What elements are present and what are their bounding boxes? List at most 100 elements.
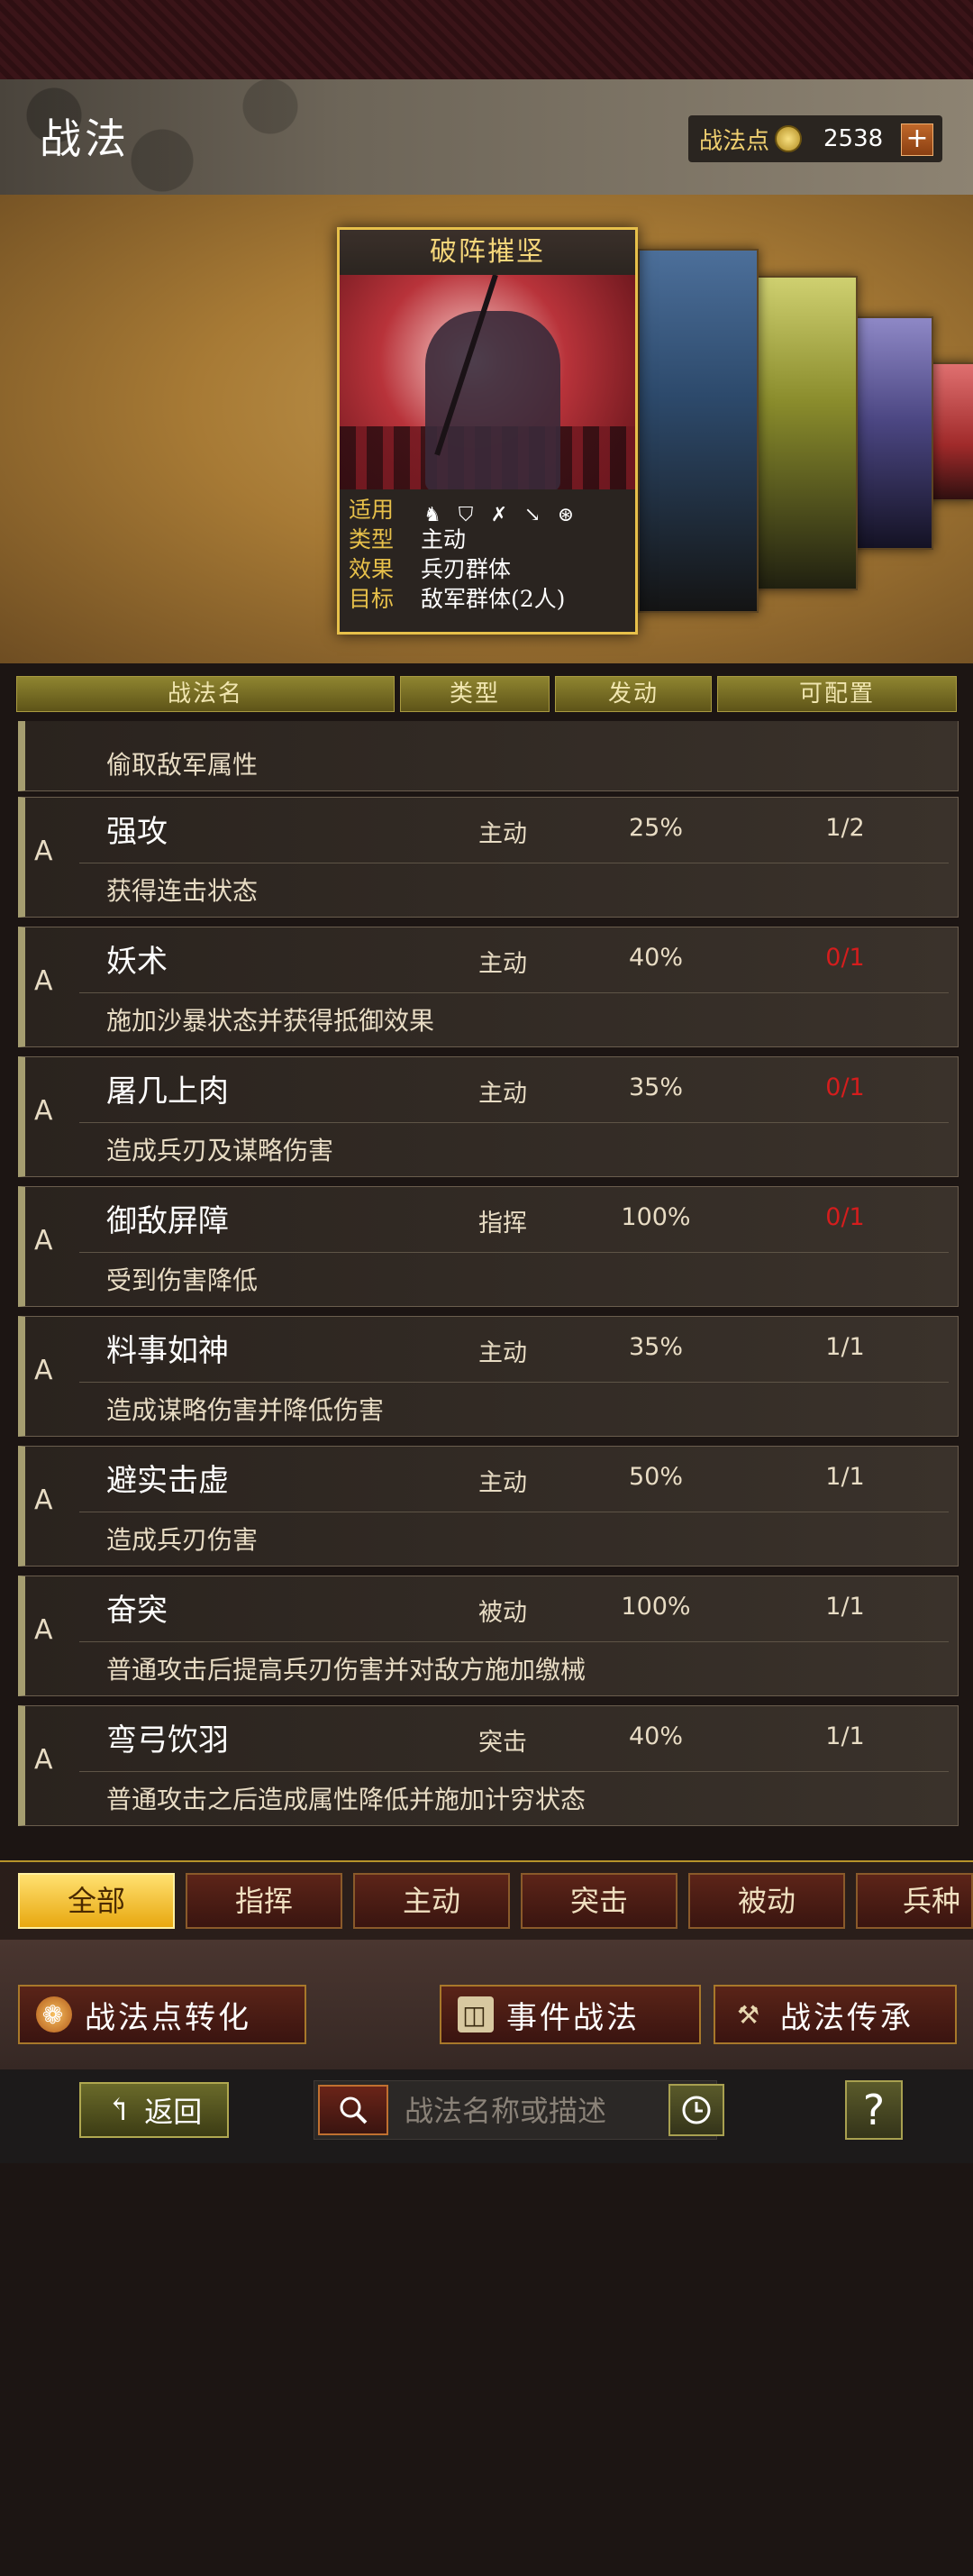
- row-name: 御敌屏障: [106, 1203, 229, 1239]
- row-grade: A: [34, 1744, 53, 1776]
- table-row[interactable]: S 偷取敌军属性: [18, 721, 959, 791]
- tab-active[interactable]: 主动: [353, 1873, 510, 1929]
- search-input[interactable]: [403, 2087, 623, 2135]
- row-desc: 普通攻击后提高兵刃伤害并对敌方施加缴械: [106, 1655, 587, 1685]
- table-row[interactable]: A 屠几上肉 主动 35% 0/1 造成兵刃及谋略伤害: [18, 1056, 959, 1177]
- card-showcase: 破阵摧坚 适用 ♞ ⛉ ✗ ↘ ⊛ 类型 主动 效果 兵刃群体 目标 敌军群体(2人): [0, 195, 973, 663]
- shield-icon: ⛉: [458, 503, 474, 526]
- row-config: 0/1: [825, 1073, 865, 1101]
- row-name: 强攻: [106, 814, 168, 850]
- art-warrior: [425, 311, 560, 489]
- tab-assault[interactable]: 突击: [521, 1873, 677, 1929]
- row-desc: 造成兵刃及谋略伤害: [106, 1136, 334, 1165]
- column-header-config[interactable]: 可配置: [717, 676, 957, 712]
- tactic-points-box: 战法点 2538 +: [688, 115, 942, 162]
- button-label: 战法点转化: [85, 1999, 251, 2036]
- card-title: 破阵摧坚: [340, 230, 635, 275]
- card-artwork: [340, 275, 635, 489]
- coin-icon: [775, 125, 803, 152]
- row-divider: [79, 1771, 949, 1772]
- tab-all[interactable]: 全部: [18, 1873, 175, 1929]
- table-row[interactable]: A 御敌屏障 指挥 100% 0/1 受到伤害降低: [18, 1186, 959, 1307]
- button-label: 战法传承: [780, 1999, 914, 2036]
- search-button[interactable]: [318, 2085, 388, 2135]
- row-desc: 施加沙暴状态并获得抵御效果: [106, 1006, 435, 1036]
- row-rate: 40%: [628, 944, 683, 972]
- back-label: 返回: [144, 2095, 203, 2129]
- row-rate: 35%: [628, 1073, 683, 1101]
- event-tactics-button[interactable]: ◫ 事件战法: [440, 1985, 701, 2044]
- row-config: 1/2: [825, 814, 865, 842]
- add-points-button[interactable]: +: [901, 123, 933, 156]
- tactic-list[interactable]: S 偷取敌军属性 A强攻主动25%1/2获得连击状态A妖术主动40%0/1施加沙…: [0, 721, 973, 2576]
- row-rate: 25%: [628, 814, 683, 842]
- table-row[interactable]: A 妖术 主动 40% 0/1 施加沙暴状态并获得抵御效果: [18, 927, 959, 1047]
- tactic-card-thumb[interactable]: [638, 249, 759, 613]
- row-grade: A: [34, 836, 53, 867]
- row-type: 主动: [478, 1469, 527, 1497]
- row-grade: A: [34, 1225, 53, 1256]
- bottom-bar: ↰ 返回 ?: [0, 2069, 973, 2163]
- tactic-card-thumb[interactable]: [753, 276, 858, 590]
- points-label: 战法点: [699, 127, 770, 155]
- row-rate: 40%: [628, 1722, 683, 1750]
- row-name: 料事如神: [106, 1333, 229, 1369]
- row-rate: 50%: [628, 1463, 683, 1491]
- spear-icon: ↘: [523, 503, 541, 526]
- table-row[interactable]: A 料事如神 主动 35% 1/1 造成谋略伤害并降低伤害: [18, 1316, 959, 1437]
- row-desc: 造成谋略伤害并降低伤害: [106, 1395, 385, 1425]
- tab-command[interactable]: 指挥: [186, 1873, 342, 1929]
- row-type: 被动: [478, 1599, 527, 1627]
- row-desc: 普通攻击之后造成属性降低并施加计穷状态: [106, 1785, 587, 1814]
- info-key: 适用: [349, 497, 395, 523]
- table-row[interactable]: A 避实击虚 主动 50% 1/1 造成兵刃伤害: [18, 1446, 959, 1567]
- row-config: 1/1: [825, 1333, 865, 1361]
- back-button[interactable]: ↰ 返回: [79, 2082, 229, 2138]
- info-key: 类型: [349, 526, 395, 553]
- search-icon: [340, 2096, 368, 2124]
- tab-passive[interactable]: 被动: [688, 1873, 845, 1929]
- info-key: 效果: [349, 556, 395, 582]
- card-info: 适用 ♞ ⛉ ✗ ↘ ⊛ 类型 主动 效果 兵刃群体 目标 敌军群体(2人): [340, 489, 635, 632]
- row-grade: A: [34, 1484, 53, 1516]
- action-bar: ❁ 战法点转化 ◫ 事件战法 ⚒ 战法传承: [0, 1940, 973, 2069]
- column-header-type[interactable]: 类型: [400, 676, 550, 712]
- table-row[interactable]: A 强攻 主动 25% 1/2 获得连击状态: [18, 797, 959, 918]
- top-decor-bar: [0, 0, 973, 79]
- filter-tabs: 全部 指挥 主动 突击 被动 兵种: [0, 1860, 973, 1941]
- row-divider: [79, 992, 949, 993]
- row-divider: [79, 1252, 949, 1253]
- row-type: 指挥: [478, 1210, 527, 1238]
- tab-troop[interactable]: 兵种: [856, 1873, 973, 1929]
- help-button[interactable]: ?: [845, 2080, 903, 2140]
- table-row[interactable]: A 奋突 被动 100% 1/1 普通攻击后提高兵刃伤害并对敌方施加缴械: [18, 1576, 959, 1696]
- row-config: 1/1: [825, 1722, 865, 1750]
- convert-points-button[interactable]: ❁ 战法点转化: [18, 1985, 306, 2044]
- row-type: 突击: [478, 1729, 527, 1757]
- search-bar: [314, 2080, 717, 2140]
- tactic-inherit-button[interactable]: ⚒ 战法传承: [714, 1985, 957, 2044]
- page-header: 战法 战法点 2538 +: [0, 79, 973, 196]
- row-grade: A: [34, 965, 53, 997]
- tactic-card-thumb[interactable]: [850, 316, 933, 550]
- bow-icon: ✗: [490, 503, 508, 526]
- cavalry-icon: ♞: [423, 503, 441, 526]
- row-type: 主动: [478, 1339, 527, 1367]
- row-name: 奋突: [106, 1593, 168, 1629]
- info-value: 主动: [421, 526, 467, 553]
- table-row[interactable]: A 弯弓饮羽 突击 40% 1/1 普通攻击之后造成属性降低并施加计穷状态: [18, 1705, 959, 1826]
- row-desc: 造成兵刃伤害: [106, 1525, 259, 1555]
- row-type: 主动: [478, 950, 527, 978]
- row-config: 1/1: [825, 1463, 865, 1491]
- column-header-rate[interactable]: 发动: [555, 676, 712, 712]
- history-button[interactable]: [668, 2084, 724, 2136]
- row-desc: 偷取敌军属性: [106, 750, 259, 780]
- page-title: 战法: [40, 114, 130, 163]
- row-type: 主动: [478, 820, 527, 848]
- column-header-name[interactable]: 战法名: [16, 676, 395, 712]
- info-value: 兵刃群体: [421, 556, 512, 582]
- unit-icons: ♞ ⛉ ✗ ↘ ⊛: [421, 495, 587, 526]
- featured-tactic-card[interactable]: 破阵摧坚 适用 ♞ ⛉ ✗ ↘ ⊛ 类型 主动 效果 兵刃群体 目标 敌军群体(2人): [337, 227, 638, 635]
- wheel-icon: ⊛: [557, 503, 575, 526]
- row-type: 主动: [478, 1080, 527, 1108]
